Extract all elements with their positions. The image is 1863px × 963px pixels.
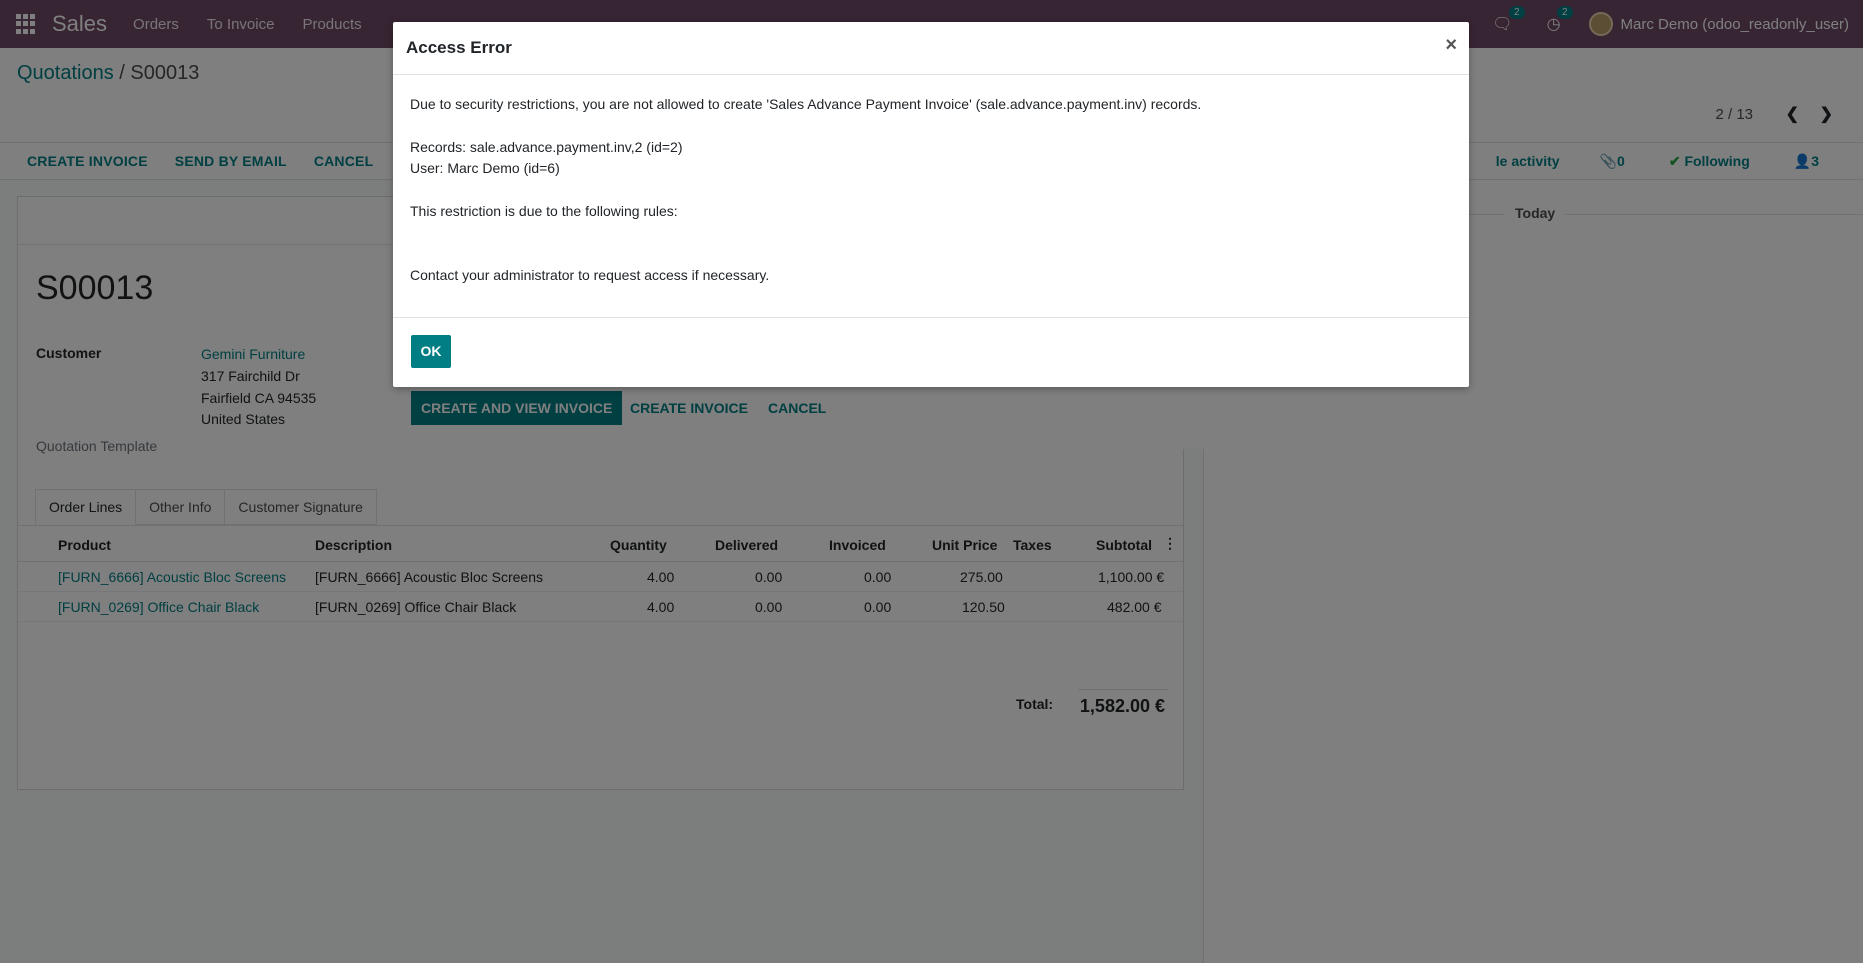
- dialog-footer: OK: [393, 317, 1469, 387]
- error-contact: Contact your administrator to request ac…: [410, 267, 770, 283]
- ok-button[interactable]: OK: [411, 335, 451, 368]
- error-rules: This restriction is due to the following…: [410, 203, 678, 219]
- access-error-dialog: Access Error × Due to security restricti…: [393, 22, 1469, 387]
- close-icon[interactable]: ×: [1445, 34, 1457, 57]
- dialog-title: Access Error: [406, 38, 512, 57]
- error-message: Due to security restrictions, you are no…: [410, 96, 1202, 112]
- error-user: User: Marc Demo (id=6): [410, 160, 560, 176]
- error-records: Records: sale.advance.payment.inv,2 (id=…: [410, 139, 683, 155]
- dialog-header: Access Error ×: [393, 22, 1469, 75]
- dialog-body: Due to security restrictions, you are no…: [410, 94, 1450, 286]
